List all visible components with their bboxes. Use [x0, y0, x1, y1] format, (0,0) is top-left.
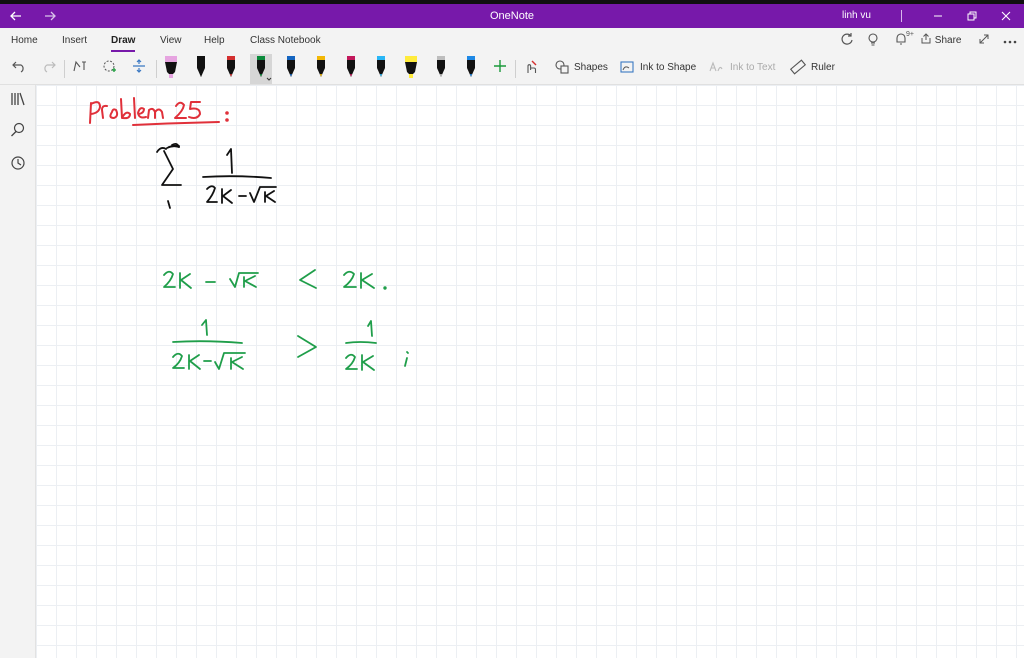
- heading-ink: [89, 97, 229, 126]
- recent-notes-icon[interactable]: [8, 155, 28, 175]
- tab-home[interactable]: Home: [11, 35, 38, 46]
- pen-highlighter-yellow-icon[interactable]: [400, 54, 422, 84]
- pen-pen-silver-icon[interactable]: [430, 54, 452, 84]
- page-canvas[interactable]: [36, 85, 1024, 658]
- close-button[interactable]: [989, 4, 1023, 28]
- redo-icon[interactable]: [39, 59, 59, 79]
- undo-icon[interactable]: [9, 59, 29, 79]
- search-icon[interactable]: [8, 122, 28, 142]
- toolbar-separator: [64, 60, 65, 78]
- tab-view[interactable]: View: [160, 35, 182, 46]
- inequality-1-ink: [163, 269, 387, 290]
- lasso-add-icon[interactable]: [100, 59, 120, 79]
- tab-insert[interactable]: Insert: [62, 35, 87, 46]
- tab-draw[interactable]: Draw: [111, 35, 136, 52]
- user-name[interactable]: linh vu: [842, 4, 871, 28]
- series-ink: [156, 142, 277, 209]
- tab-class-notebook[interactable]: Class Notebook: [250, 35, 321, 46]
- ink-to-shape-button[interactable]: Ink to Shape: [640, 62, 696, 73]
- pen-pen-red-icon[interactable]: [220, 54, 242, 84]
- add-pen-icon[interactable]: [490, 59, 510, 79]
- toolbar-separator: [515, 60, 516, 78]
- active-tab-indicator: [111, 50, 136, 52]
- ruler-button[interactable]: Ruler: [811, 62, 835, 73]
- sync-icon[interactable]: [838, 32, 856, 50]
- draw-toolbar: Shapes Ink to Shape Ink to Text Ruler: [0, 54, 1024, 85]
- insert-space-icon[interactable]: [129, 59, 149, 79]
- ribbon-tabs: Home Insert Draw View Help Class Noteboo…: [0, 28, 1024, 54]
- toolbar-separator: [156, 60, 157, 78]
- tab-help[interactable]: Help: [204, 35, 225, 46]
- handwritten-ink: [89, 97, 409, 371]
- share-icon: [921, 33, 931, 44]
- touch-draw-icon[interactable]: [521, 59, 541, 79]
- pen-pen-black-icon[interactable]: [190, 54, 212, 84]
- title-bar: OneNote linh vu: [0, 4, 1024, 28]
- lasso-select-icon[interactable]: [70, 59, 90, 79]
- shapes-icon[interactable]: [552, 59, 572, 79]
- lightbulb-icon[interactable]: [864, 32, 882, 50]
- ruler-icon[interactable]: [788, 59, 808, 79]
- pen-pen-magenta-icon[interactable]: [340, 54, 362, 84]
- notebooks-icon[interactable]: [8, 91, 28, 111]
- pen-pen-lightblue-icon[interactable]: [370, 54, 392, 84]
- pen-pen-teal-icon[interactable]: [460, 54, 482, 84]
- pen-pen-green-icon[interactable]: [250, 54, 272, 84]
- title-separator: [901, 10, 902, 22]
- share-button[interactable]: Share: [920, 33, 961, 46]
- pen-pen-blue-icon[interactable]: [280, 54, 302, 84]
- notification-badge: 9+: [906, 31, 914, 38]
- tab-draw-label: Draw: [111, 35, 136, 46]
- expand-icon[interactable]: [975, 32, 993, 50]
- minimize-button[interactable]: [921, 4, 955, 28]
- pen-pen-yellow-icon[interactable]: [310, 54, 332, 84]
- pen-highlighter-pink-icon[interactable]: [160, 54, 182, 84]
- ink-to-text-button[interactable]: Ink to Text: [730, 62, 775, 73]
- navigation-sidebar: [0, 85, 36, 658]
- ink-to-text-icon[interactable]: [706, 59, 726, 79]
- more-options-icon[interactable]: [1001, 32, 1019, 50]
- restore-button[interactable]: [955, 4, 989, 28]
- share-label: Share: [934, 35, 962, 46]
- inequality-2-ink: [172, 319, 409, 371]
- ink-to-shape-icon[interactable]: [617, 59, 637, 79]
- shapes-button[interactable]: Shapes: [574, 62, 608, 73]
